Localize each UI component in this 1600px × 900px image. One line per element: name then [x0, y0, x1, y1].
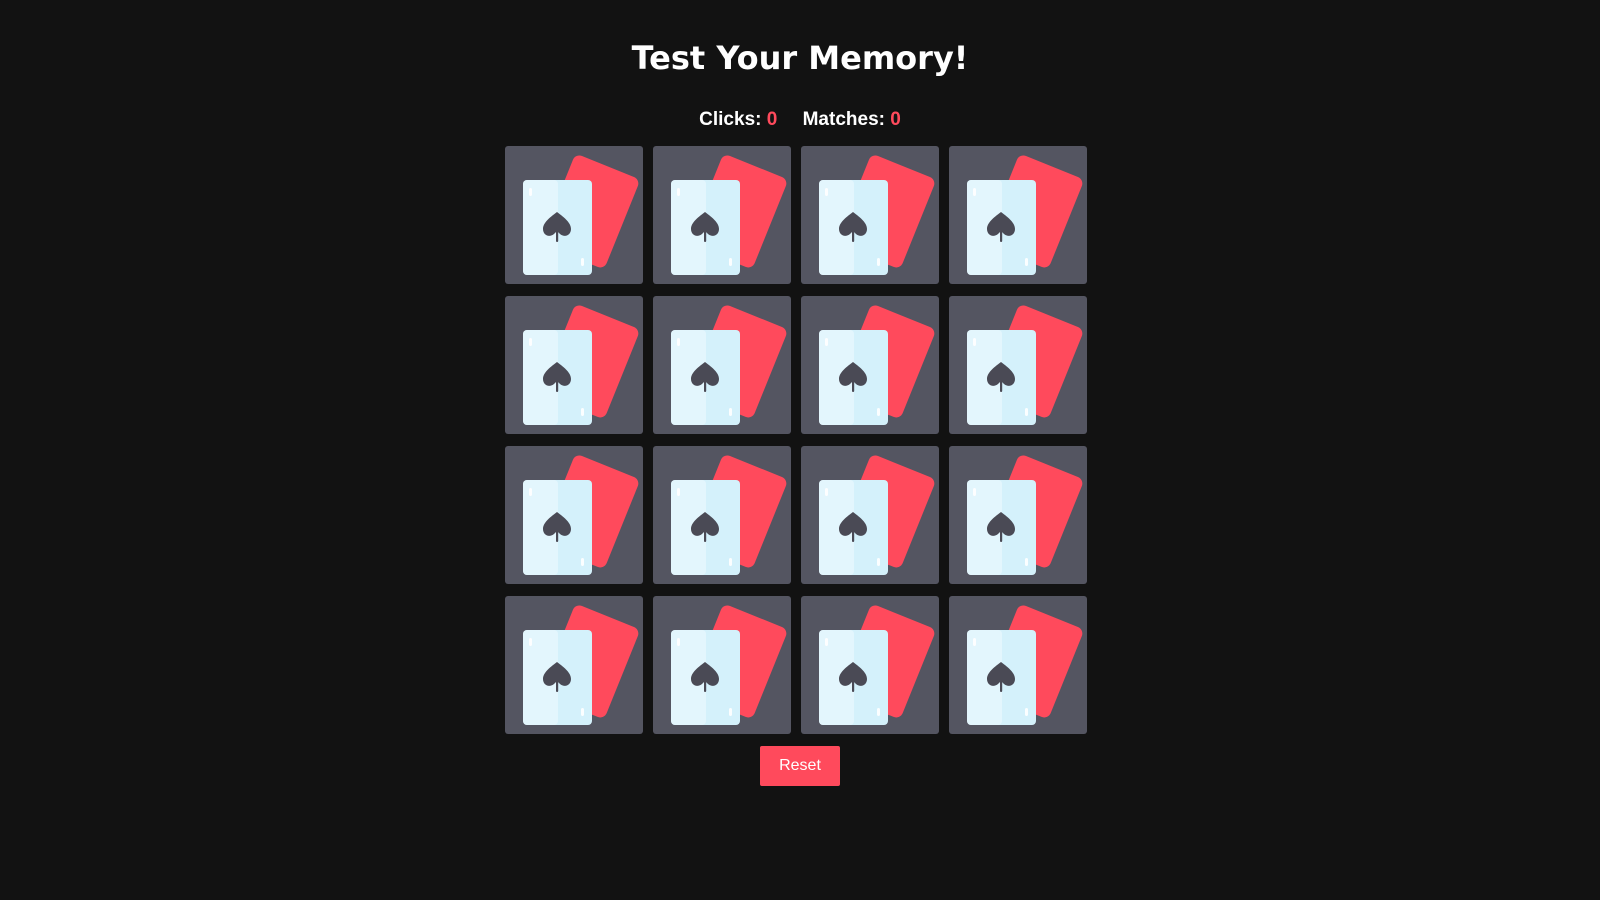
playing-cards-icon [819, 605, 935, 725]
memory-card[interactable] [801, 446, 939, 584]
memory-card[interactable] [949, 146, 1087, 284]
clicks-count: 0 [766, 109, 778, 130]
memory-card[interactable] [653, 446, 791, 584]
memory-card[interactable] [801, 596, 939, 734]
playing-cards-icon [819, 155, 935, 275]
page-title: Test Your Memory! [631, 39, 969, 77]
playing-cards-icon [671, 155, 787, 275]
playing-cards-icon [819, 305, 935, 425]
memory-card[interactable] [949, 596, 1087, 734]
card-grid [505, 146, 1087, 734]
playing-cards-icon [967, 455, 1083, 575]
memory-card[interactable] [653, 596, 791, 734]
memory-card[interactable] [505, 446, 643, 584]
playing-cards-icon [523, 455, 639, 575]
memory-card[interactable] [505, 596, 643, 734]
matches-count: 0 [890, 109, 901, 130]
memory-card[interactable] [505, 146, 643, 284]
memory-card[interactable] [505, 296, 643, 434]
playing-cards-icon [967, 305, 1083, 425]
memory-card[interactable] [653, 146, 791, 284]
playing-cards-icon [671, 455, 787, 575]
playing-cards-icon [523, 155, 639, 275]
playing-cards-icon [671, 605, 787, 725]
score-bar: Clicks: 0 Matches: 0 [0, 106, 1600, 134]
playing-cards-icon [523, 305, 639, 425]
clicks-label: Clicks: [699, 109, 762, 130]
reset-button[interactable]: Reset [760, 746, 840, 786]
playing-cards-icon [967, 605, 1083, 725]
playing-cards-icon [671, 305, 787, 425]
playing-cards-icon [967, 155, 1083, 275]
memory-card[interactable] [653, 296, 791, 434]
matches-label: Matches: [802, 109, 885, 130]
playing-cards-icon [523, 605, 639, 725]
memory-card[interactable] [801, 146, 939, 284]
memory-game: Test Your Memory! Clicks: 0 Matches: 0 R… [0, 0, 1600, 900]
memory-card[interactable] [949, 446, 1087, 584]
memory-card[interactable] [801, 296, 939, 434]
playing-cards-icon [819, 455, 935, 575]
memory-card[interactable] [949, 296, 1087, 434]
matches-stat: Matches: 0 [803, 106, 901, 134]
clicks-stat: Clicks: 0 [699, 106, 777, 134]
